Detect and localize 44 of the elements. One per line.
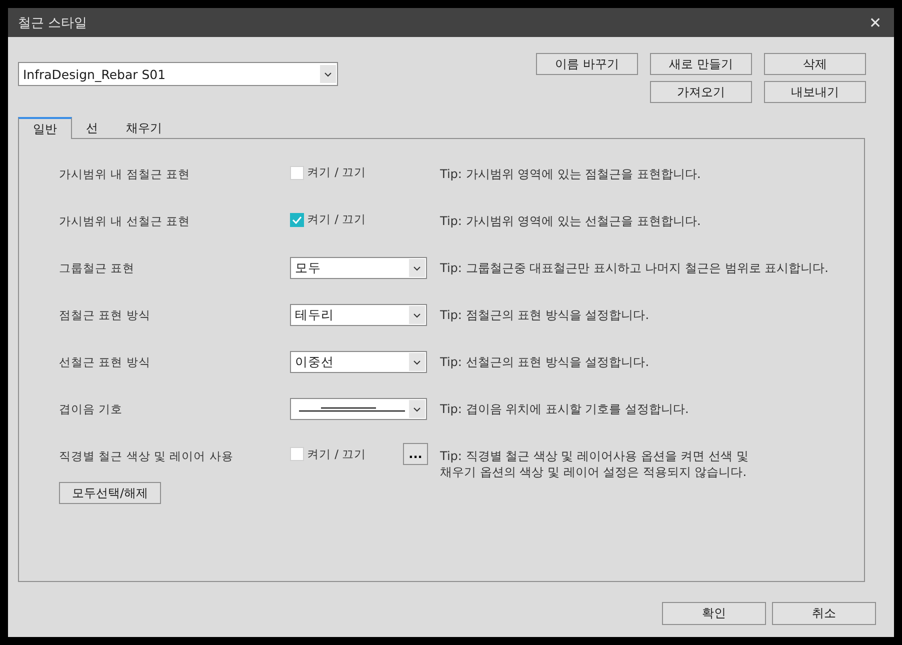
dropdown-caret-icon — [409, 353, 425, 371]
checkbox[interactable] — [290, 166, 304, 180]
setting-label: 가시범위 내 선철근 표현 — [59, 214, 191, 229]
style-dropdown[interactable]: InfraDesign_Rebar S01 — [18, 62, 338, 86]
action-button[interactable]: 내보내기 — [764, 81, 866, 103]
dialog-button[interactable]: 확인 — [662, 602, 766, 625]
dialog-button[interactable]: 취소 — [772, 602, 876, 625]
dropdown[interactable]: 테두리 — [290, 304, 427, 326]
tab[interactable]: 일반 — [18, 117, 72, 139]
setting-label: 겹이음 기호 — [59, 402, 124, 417]
dropdown[interactable]: 이중선 — [290, 351, 427, 373]
tip-text: Tip: 직경별 철근 색상 및 레이어사용 옵션을 켜면 선색 및 채우기 옵션의 색상 및 레이어 설정은 적용되지 않습니다. — [440, 448, 750, 480]
checkbox[interactable] — [290, 447, 304, 461]
setting-label: 직경별 철근 색상 및 레이어 사용 — [59, 449, 234, 464]
checkbox-label: 켜기 / 끄기 — [307, 446, 366, 462]
setting-label: 가시범위 내 점철근 표현 — [59, 167, 191, 182]
dropdown[interactable] — [290, 398, 427, 420]
dropdown-caret-icon — [409, 400, 425, 418]
action-button[interactable]: 이름 바꾸기 — [536, 53, 638, 75]
tip-text: Tip: 가시범위 영역에 있는 점철근을 표현합니다. — [440, 166, 702, 182]
more-button[interactable]: ... — [403, 443, 428, 465]
setting-label: 그룹철근 표현 — [59, 261, 136, 276]
tip-text: Tip: 겹이음 위치에 표시할 기호를 설정합니다. — [440, 401, 690, 417]
setting-label: 선철근 표현 방식 — [59, 355, 152, 370]
tip-text: Tip: 선철근의 표현 방식을 설정합니다. — [440, 354, 650, 370]
action-button[interactable]: 새로 만들기 — [650, 53, 752, 75]
dropdown-caret-icon — [409, 259, 425, 277]
tip-text: Tip: 점철근의 표현 방식을 설정합니다. — [440, 307, 650, 323]
checkbox-label: 켜기 / 끄기 — [307, 165, 366, 180]
setting-label: 점철근 표현 방식 — [59, 308, 152, 323]
checkbox[interactable] — [290, 212, 304, 226]
window-title: 철근 스타일 — [18, 14, 88, 32]
tab[interactable]: 채우기 — [112, 119, 176, 138]
tip-text: Tip: 가시범위 영역에 있는 선철근을 표현합니다. — [440, 213, 702, 229]
tip-text: Tip: 그룹철근중 대표철근만 표시하고 나머지 철근은 범위로 표시합니다. — [440, 260, 830, 276]
checkbox-label: 켜기 / 끄기 — [307, 212, 366, 227]
close-button[interactable]: ✕ — [865, 14, 886, 32]
dropdown[interactable]: 모두 — [290, 257, 427, 279]
select-all-button[interactable]: 모두선택/해제 — [59, 482, 161, 504]
action-button[interactable]: 가져오기 — [650, 81, 752, 103]
dropdown-caret-icon — [320, 65, 336, 83]
dropdown-caret-icon — [409, 306, 425, 324]
tab[interactable]: 선 — [72, 119, 112, 138]
action-button[interactable]: 삭제 — [764, 53, 866, 75]
